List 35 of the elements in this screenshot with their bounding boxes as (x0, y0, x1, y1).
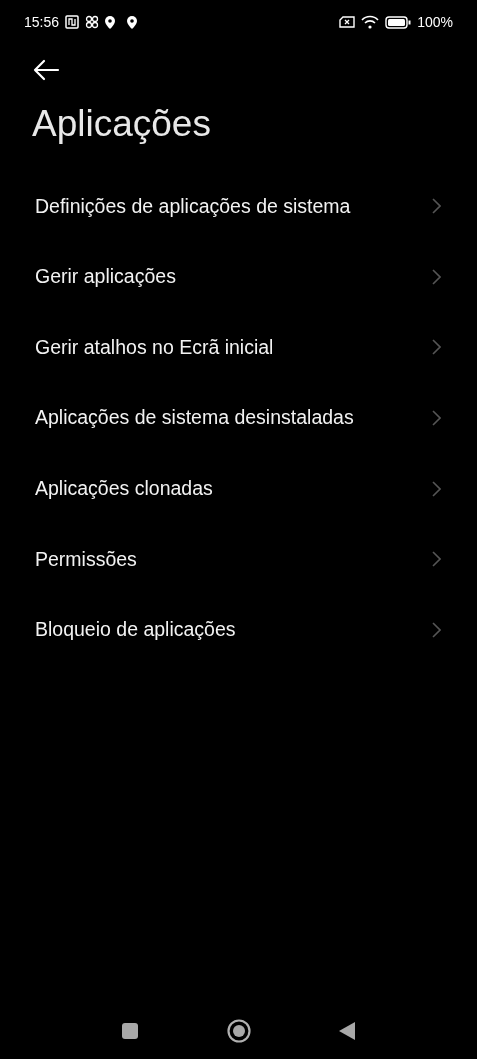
status-time: 15:56 (24, 12, 60, 32)
wifi-icon (361, 15, 380, 29)
location-icon (127, 15, 138, 29)
settings-item[interactable]: Gerir aplicações (0, 241, 477, 313)
chevron-right-icon (432, 551, 441, 568)
chevron-right-icon (432, 339, 441, 356)
item-label: Definições de aplicações de sistema (35, 193, 351, 219)
item-label: Aplicações clonadas (35, 476, 213, 502)
chevron-right-icon (432, 198, 441, 215)
item-label: Gerir aplicações (35, 264, 176, 290)
nfc-icon (65, 15, 80, 29)
chevron-right-icon (432, 621, 441, 638)
item-label: Bloqueio de aplicações (35, 617, 236, 643)
item-label: Aplicações de sistema desinstaladas (35, 405, 354, 431)
back-nav-icon[interactable] (338, 1021, 356, 1041)
fan-icon (85, 15, 100, 29)
back-arrow-icon (32, 59, 60, 81)
page-title: Aplicações (31, 102, 212, 146)
battery-icon (385, 15, 412, 29)
settings-item[interactable]: Aplicações de sistema desinstaladas (0, 382, 477, 454)
settings-item[interactable]: Definições de aplicações de sistema (0, 171, 477, 242)
chevron-right-icon (432, 268, 441, 285)
battery-percent: 100% (417, 12, 453, 32)
chevron-right-icon (432, 410, 441, 427)
settings-item[interactable]: Bloqueio de aplicações (0, 594, 477, 666)
settings-item[interactable]: Aplicações clonadas (0, 453, 477, 524)
settings-item[interactable]: Permissões (0, 523, 477, 595)
item-label: Permissões (35, 546, 137, 572)
location-icon (105, 15, 116, 29)
chevron-right-icon (432, 480, 441, 497)
item-label: Gerir atalhos no Ecrã inicial (35, 334, 274, 360)
settings-item[interactable]: Gerir atalhos no Ecrã inicial (0, 312, 477, 383)
no-sim-icon (339, 16, 356, 28)
home-icon[interactable] (226, 1019, 251, 1043)
recents-icon[interactable] (121, 1022, 139, 1040)
